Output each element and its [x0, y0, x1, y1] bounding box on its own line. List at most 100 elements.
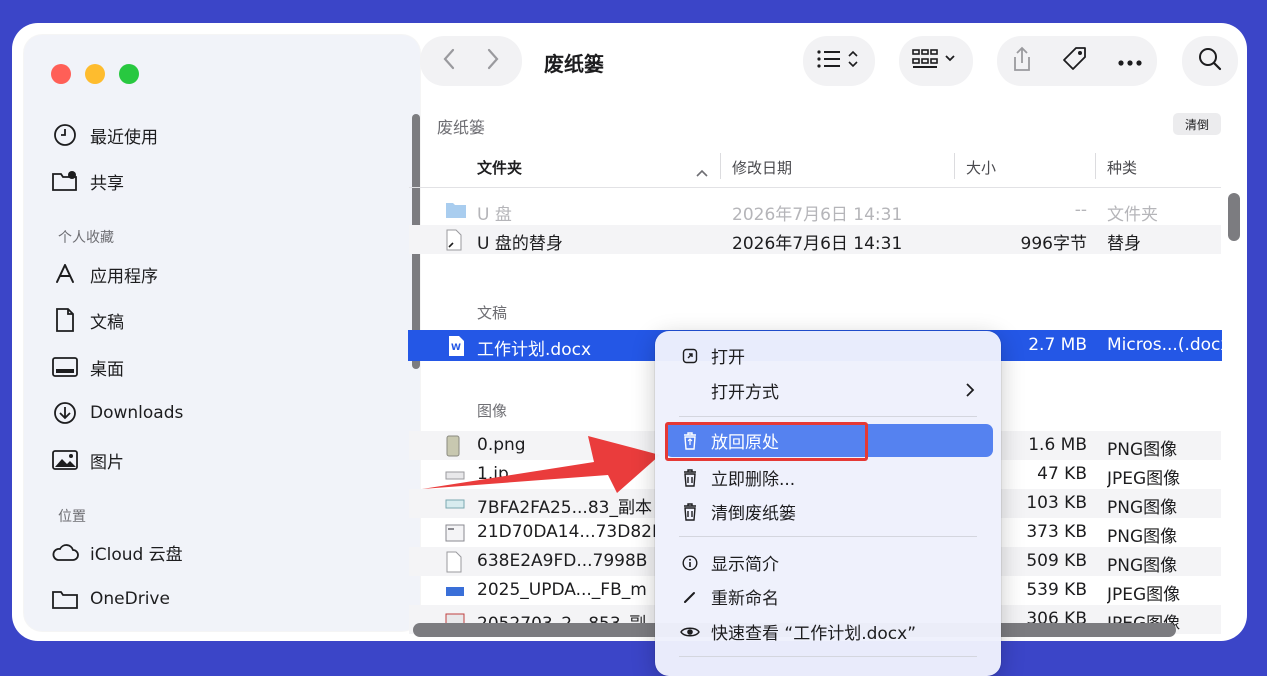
trash-icon	[677, 468, 703, 488]
column-size[interactable]: 大小	[966, 157, 996, 178]
word-document-icon: W	[447, 335, 467, 357]
column-date[interactable]: 修改日期	[732, 157, 792, 178]
close-window-button[interactable]	[51, 64, 71, 84]
vertical-scrollbar[interactable]	[1228, 193, 1240, 241]
sidebar-item-label: 文稿	[90, 312, 124, 333]
file-date: 2026年7月6日 14:31	[732, 234, 903, 254]
favorites-header: 个人收藏	[58, 230, 114, 246]
svg-text:W: W	[451, 343, 461, 353]
menu-item-get-info[interactable]: 显示简介	[665, 546, 993, 579]
sort-ascending-icon	[696, 162, 708, 181]
location-label: 废纸篓	[437, 118, 486, 137]
file-kind: JPEG图像	[1107, 585, 1181, 605]
sidebar-item-label: 桌面	[90, 359, 124, 380]
back-icon[interactable]	[442, 47, 456, 75]
menu-item-label: 清倒废纸篓	[711, 504, 796, 524]
table-row[interactable]: U 盘的替身 2026年7月6日 14:31 996字节 替身	[409, 225, 1221, 254]
group-icon	[911, 48, 961, 74]
context-menu: 打开 打开方式 放回原处 立即删除... 清倒废纸篓 显示简介 重新命名 快速查…	[655, 331, 1001, 676]
column-separator[interactable]	[954, 153, 955, 179]
header-divider	[409, 187, 1221, 188]
sidebar-item-label: 应用程序	[90, 266, 158, 287]
menu-item-label: 打开	[711, 348, 745, 368]
file-size: --	[1074, 200, 1087, 220]
document-icon	[50, 305, 80, 335]
file-kind: PNG图像	[1107, 498, 1178, 518]
sidebar-item-shared[interactable]: 共享	[50, 164, 390, 198]
list-view-button[interactable]	[803, 36, 875, 86]
menu-item-label: 快速查看 “工作计划.docx”	[711, 624, 917, 644]
sidebar-item-label: Downloads	[90, 403, 184, 423]
forward-icon[interactable]	[486, 47, 500, 75]
actions-pill	[997, 36, 1157, 86]
sidebar-item-recents[interactable]: 最近使用	[50, 118, 390, 152]
file-kind: 文件夹	[1107, 205, 1158, 225]
finder-window: 最近使用 共享 个人收藏 应用程序 文稿 桌面 Downloads 图片 位置 …	[12, 23, 1247, 641]
file-size: 2.7 MB	[1028, 335, 1087, 355]
table-row[interactable]: U 盘 2026年7月6日 14:31 -- 文件夹	[409, 196, 1221, 225]
sidebar-item-pictures[interactable]: 图片	[50, 443, 390, 477]
menu-item-rename[interactable]: 重新命名	[665, 580, 993, 613]
menu-item-delete-immediately[interactable]: 立即删除...	[665, 461, 993, 494]
desktop-icon	[50, 352, 80, 382]
column-kind[interactable]: 种类	[1107, 157, 1137, 178]
column-separator[interactable]	[720, 153, 721, 179]
file-size: 996字节	[1020, 234, 1087, 254]
column-name[interactable]: 文件夹	[477, 157, 522, 178]
image-file-icon	[445, 551, 465, 573]
menu-separator	[679, 416, 977, 417]
file-kind: Micros...(.docx)	[1107, 335, 1223, 355]
pencil-icon	[677, 587, 703, 607]
list-view-icon	[815, 48, 863, 74]
search-icon	[1197, 46, 1223, 76]
file-kind: PNG图像	[1107, 527, 1178, 547]
menu-item-quick-look[interactable]: 快速查看 “工作计划.docx”	[665, 615, 993, 648]
image-file-icon	[445, 493, 465, 515]
sidebar-item-applications[interactable]: 应用程序	[50, 257, 390, 291]
more-icon[interactable]	[1117, 52, 1143, 71]
minimize-window-button[interactable]	[85, 64, 105, 84]
sidebar-item-icloud[interactable]: iCloud 云盘	[50, 535, 390, 569]
open-arrow-icon	[677, 346, 703, 366]
sidebar-item-home[interactable]: bryan	[50, 625, 390, 631]
file-size: 509 KB	[1026, 551, 1087, 571]
file-kind: 替身	[1107, 234, 1141, 254]
group-header-documents: 文稿	[477, 304, 508, 322]
applications-icon	[50, 259, 80, 289]
share-icon[interactable]	[1011, 45, 1033, 77]
cloud-icon	[50, 537, 80, 567]
shared-folder-icon	[50, 166, 80, 196]
annotation-highlight-box	[665, 422, 868, 461]
alias-file-icon	[445, 229, 465, 251]
zoom-window-button[interactable]	[119, 64, 139, 84]
file-size: 103 KB	[1026, 493, 1087, 513]
file-size: 47 KB	[1037, 464, 1087, 484]
image-file-icon	[445, 435, 465, 457]
file-name: U 盘的替身	[477, 234, 563, 254]
column-separator[interactable]	[1095, 153, 1096, 179]
home-icon	[50, 627, 80, 631]
menu-separator	[679, 536, 977, 537]
sidebar-item-downloads[interactable]: Downloads	[50, 396, 390, 430]
tag-icon[interactable]	[1061, 45, 1089, 77]
empty-trash-button[interactable]: 清倒	[1173, 113, 1221, 135]
eye-icon	[677, 622, 703, 642]
menu-item-empty-trash[interactable]: 清倒废纸篓	[665, 495, 993, 528]
group-header-images: 图像	[477, 402, 508, 420]
navigation-pill	[420, 36, 522, 86]
file-size: 539 KB	[1026, 580, 1087, 600]
menu-item-open[interactable]: 打开	[665, 339, 993, 372]
image-file-icon	[445, 464, 465, 486]
file-kind: JPEG图像	[1107, 469, 1181, 489]
folder-icon	[50, 584, 80, 614]
search-button[interactable]	[1182, 36, 1238, 86]
photo-icon	[50, 445, 80, 475]
menu-item-open-with[interactable]: 打开方式	[665, 374, 993, 407]
folder-icon	[445, 200, 466, 222]
sidebar-item-label: OneDrive	[90, 589, 170, 609]
sidebar-item-desktop[interactable]: 桌面	[50, 350, 390, 384]
sidebar-item-documents[interactable]: 文稿	[50, 303, 390, 337]
sidebar-item-onedrive[interactable]: OneDrive	[50, 582, 390, 616]
group-button[interactable]	[899, 36, 973, 86]
sidebar: 最近使用 共享 个人收藏 应用程序 文稿 桌面 Downloads 图片 位置 …	[24, 35, 420, 631]
